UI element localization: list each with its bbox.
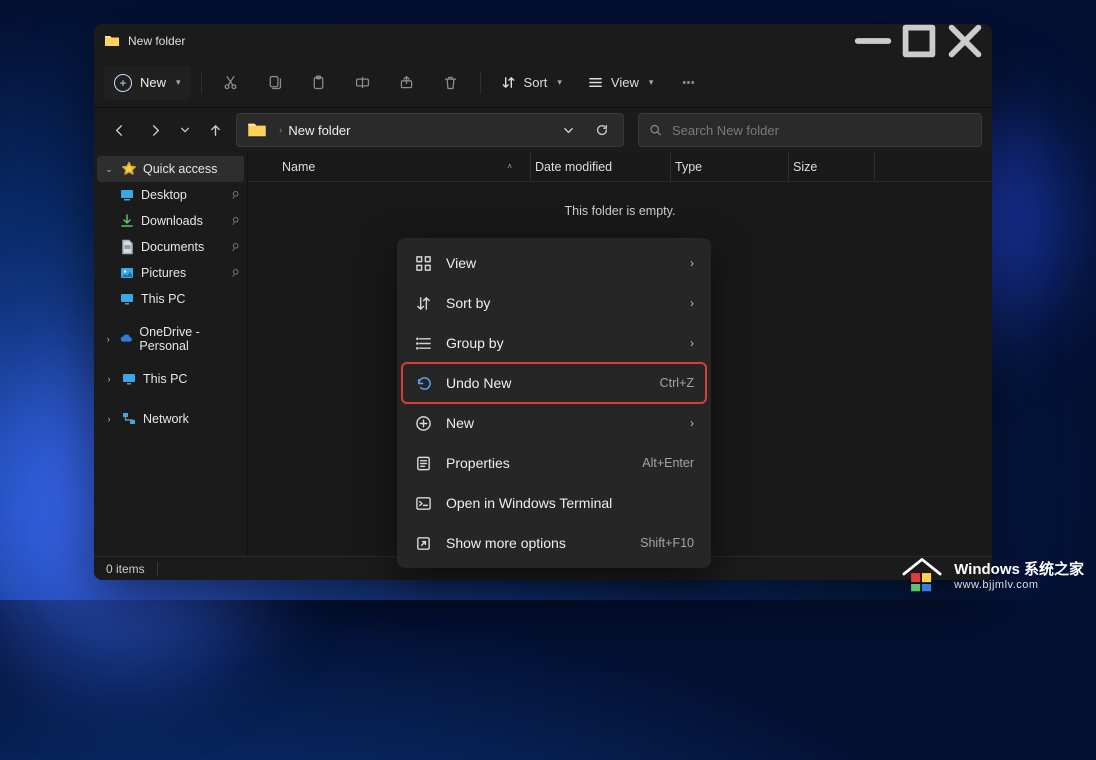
search-box[interactable] [638, 113, 982, 147]
ctx-undo-new[interactable]: Undo New Ctrl+Z [402, 363, 706, 403]
plus-circle-icon [414, 414, 432, 432]
chevron-down-icon: ▾ [557, 77, 562, 88]
column-size[interactable]: Size [788, 152, 874, 181]
more-button[interactable] [669, 64, 707, 102]
sidebar-item-documents[interactable]: Documents⚲ [97, 234, 244, 260]
sidebar-item-onedrive[interactable]: ›OneDrive - Personal [97, 326, 244, 352]
sidebar-item-thispc[interactable]: ›This PC [97, 366, 244, 392]
pin-icon: ⚲ [228, 188, 240, 201]
ctx-sort-by[interactable]: Sort by › [402, 283, 706, 323]
toolbar: + New ▾ Sort ▾ View ▾ [94, 58, 992, 108]
search-input[interactable] [672, 123, 971, 138]
group-icon [414, 334, 432, 352]
forward-button[interactable] [140, 115, 170, 145]
minimize-button[interactable] [850, 24, 896, 58]
chevron-right-icon: › [690, 296, 694, 310]
sort-icon [414, 294, 432, 312]
terminal-icon [414, 494, 432, 512]
shortcut-label: Ctrl+Z [660, 376, 694, 390]
chevron-down-icon: ▾ [649, 77, 654, 88]
sort-button[interactable]: Sort ▾ [491, 66, 572, 100]
search-icon [649, 123, 662, 137]
undo-icon [414, 374, 432, 392]
pin-icon: ⚲ [228, 214, 240, 227]
address-bar[interactable]: › New folder [236, 113, 624, 147]
sidebar-item-desktop[interactable]: Desktop⚲ [97, 182, 244, 208]
chevron-right-icon: › [103, 334, 113, 344]
refresh-button[interactable] [585, 114, 619, 146]
chevron-down-icon: ⌄ [103, 164, 115, 175]
rename-button[interactable] [344, 64, 382, 102]
monitor-icon [121, 371, 137, 387]
column-type[interactable]: Type [670, 152, 788, 181]
grid-icon [414, 254, 432, 272]
star-icon [121, 161, 137, 177]
address-dropdown-button[interactable] [551, 114, 585, 146]
breadcrumb[interactable]: New folder [288, 123, 350, 138]
sidebar-item-downloads[interactable]: Downloads⚲ [97, 208, 244, 234]
ctx-view[interactable]: View › [402, 243, 706, 283]
desktop-icon [119, 187, 135, 203]
view-button[interactable]: View ▾ [578, 66, 663, 100]
close-button[interactable] [942, 24, 988, 58]
new-button[interactable]: + New ▾ [104, 66, 191, 100]
item-count: 0 items [106, 562, 145, 576]
sidebar-item-pictures[interactable]: Pictures⚲ [97, 260, 244, 286]
chevron-right-icon: › [103, 374, 115, 384]
recent-button[interactable] [176, 115, 194, 145]
column-name[interactable]: Name˄ [278, 152, 530, 181]
chevron-right-icon: › [690, 416, 694, 430]
ctx-properties[interactable]: Properties Alt+Enter [402, 443, 706, 483]
paste-button[interactable] [300, 64, 338, 102]
ctx-show-more[interactable]: Show more options Shift+F10 [402, 523, 706, 563]
download-icon [119, 213, 135, 229]
monitor-icon [119, 291, 135, 307]
network-icon [121, 411, 137, 427]
chevron-right-icon: › [690, 336, 694, 350]
sidebar-item-thispc-quick[interactable]: This PC [97, 286, 244, 312]
house-logo-icon [900, 554, 944, 594]
shortcut-label: Shift+F10 [640, 536, 694, 550]
shortcut-label: Alt+Enter [642, 456, 694, 470]
share-button[interactable] [388, 64, 426, 102]
expand-icon [414, 534, 432, 552]
maximize-button[interactable] [896, 24, 942, 58]
cloud-icon [119, 331, 133, 347]
plus-icon: + [114, 74, 132, 92]
column-headers: Name˄ Date modified Type Size [248, 152, 992, 182]
empty-message: This folder is empty. [248, 182, 992, 218]
chevron-down-icon: ▾ [176, 77, 181, 88]
copy-button[interactable] [256, 64, 294, 102]
up-button[interactable] [200, 115, 230, 145]
sidebar: ⌄ Quick access Desktop⚲ Downloads⚲ Docum… [94, 152, 248, 556]
ctx-new[interactable]: New › [402, 403, 706, 443]
ctx-group-by[interactable]: Group by › [402, 323, 706, 363]
cut-button[interactable] [212, 64, 250, 102]
sidebar-quick-access[interactable]: ⌄ Quick access [97, 156, 244, 182]
delete-button[interactable] [432, 64, 470, 102]
document-icon [119, 239, 135, 255]
pin-icon: ⚲ [228, 240, 240, 253]
column-date[interactable]: Date modified [530, 152, 670, 181]
sort-ascending-icon: ˄ [507, 162, 512, 171]
folder-icon [247, 120, 267, 140]
sidebar-item-network[interactable]: ›Network [97, 406, 244, 432]
properties-icon [414, 454, 432, 472]
picture-icon [119, 265, 135, 281]
chevron-right-icon: › [690, 256, 694, 270]
ctx-terminal[interactable]: Open in Windows Terminal [402, 483, 706, 523]
chevron-right-icon: › [103, 414, 115, 424]
context-menu: View › Sort by › Group by › Undo New Ctr… [397, 238, 711, 568]
titlebar: New folder [94, 24, 992, 58]
pin-icon: ⚲ [228, 266, 240, 279]
watermark: Windows 系统之家 www.bjjmlv.com [900, 554, 1084, 594]
window-title: New folder [128, 34, 185, 48]
back-button[interactable] [104, 115, 134, 145]
nav-row: › New folder [94, 108, 992, 152]
folder-icon [104, 33, 120, 49]
